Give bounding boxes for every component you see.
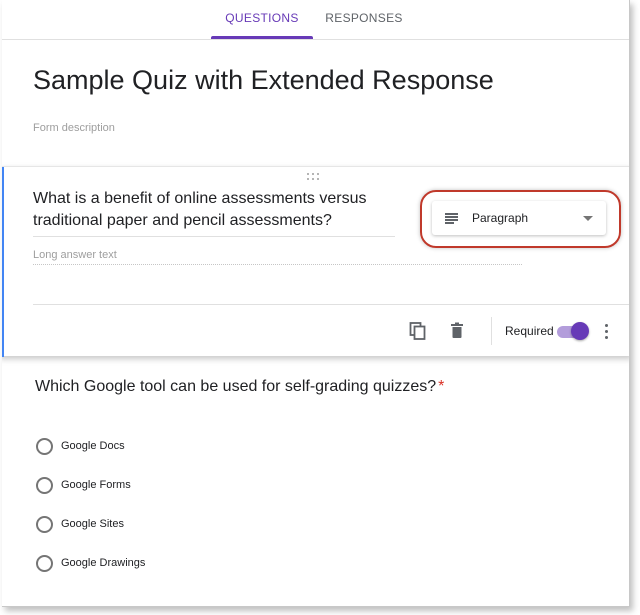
option-label: Google Docs bbox=[61, 440, 125, 452]
option-label: Google Forms bbox=[61, 479, 131, 491]
form-header: Sample Quiz with Extended Response Form … bbox=[2, 40, 629, 164]
active-question-card[interactable]: What is a benefit of online assessments … bbox=[2, 166, 629, 357]
form-editor: QUESTIONS RESPONSES Sample Quiz with Ext… bbox=[2, 0, 630, 607]
question-type-dropdown[interactable]: Paragraph bbox=[432, 201, 606, 235]
active-tab-indicator bbox=[211, 36, 313, 39]
radio-button[interactable] bbox=[36, 438, 53, 455]
question-2-text: Which Google tool can be used for self-g… bbox=[35, 378, 437, 395]
long-answer-placeholder: Long answer text bbox=[33, 249, 522, 265]
required-label: Required bbox=[505, 324, 554, 338]
required-toggle[interactable] bbox=[557, 322, 589, 340]
toggle-thumb bbox=[571, 322, 589, 340]
question-type-label: Paragraph bbox=[472, 211, 529, 225]
tab-questions[interactable]: QUESTIONS bbox=[211, 0, 313, 38]
question-title-input[interactable]: What is a benefit of online assessments … bbox=[33, 188, 395, 237]
card-active-indicator bbox=[2, 167, 4, 357]
dropdown-caret-icon bbox=[583, 216, 593, 221]
duplicate-icon[interactable] bbox=[408, 321, 428, 341]
tab-responses[interactable]: RESPONSES bbox=[318, 0, 410, 38]
option-label: Google Sites bbox=[61, 518, 124, 530]
form-title[interactable]: Sample Quiz with Extended Response bbox=[33, 65, 494, 96]
paragraph-lines-icon bbox=[445, 213, 458, 224]
radio-button[interactable] bbox=[36, 516, 53, 533]
form-description-field[interactable]: Form description bbox=[33, 122, 115, 134]
tab-bar: QUESTIONS RESPONSES bbox=[2, 0, 629, 40]
radio-button[interactable] bbox=[36, 555, 53, 572]
question-2-title[interactable]: Which Google tool can be used for self-g… bbox=[35, 378, 444, 396]
more-options-icon[interactable] bbox=[598, 322, 614, 342]
option-label: Google Drawings bbox=[61, 557, 146, 569]
radio-button[interactable] bbox=[36, 477, 53, 494]
card-footer-divider bbox=[33, 304, 629, 305]
required-asterisk: * bbox=[438, 378, 445, 395]
trash-icon[interactable] bbox=[448, 321, 468, 341]
footer-separator bbox=[491, 317, 492, 345]
drag-handle-icon[interactable] bbox=[307, 173, 321, 181]
